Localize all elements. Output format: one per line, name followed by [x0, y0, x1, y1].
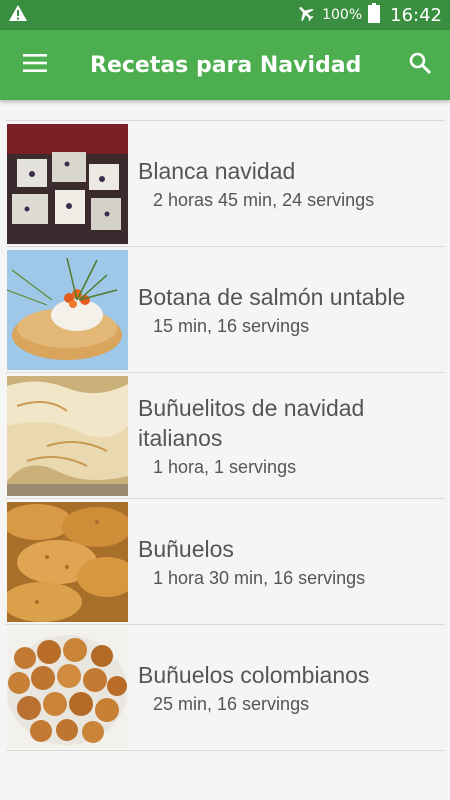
clock: 16:42: [390, 4, 442, 26]
list-item[interactable]: Buñuelitos de navidad italianos 1 hora, …: [6, 373, 445, 499]
recipe-meta: 2 horas 45 min, 24 servings: [153, 190, 375, 210]
status-bar: 100% 16:42: [0, 0, 450, 30]
recipe-thumbnail: [7, 249, 128, 370]
recipe-title: Blanca navidad: [138, 158, 296, 184]
recipe-title: Buñuelos: [138, 536, 234, 562]
recipe-meta: 1 hora, 1 servings: [153, 457, 297, 477]
app-bar: Recetas para Navidad: [0, 30, 450, 100]
recipe-thumbnail: [7, 627, 128, 748]
recipe-meta: 25 min, 16 servings: [153, 694, 310, 714]
page-title: Recetas para Navidad: [90, 52, 362, 78]
list-item[interactable]: Blanca navidad 2 horas 45 min, 24 servin…: [6, 121, 445, 247]
recipe-list: Blanca navidad 2 horas 45 min, 24 servin…: [6, 120, 445, 751]
menu-icon: [23, 54, 47, 76]
menu-button[interactable]: [0, 30, 70, 100]
recipe-thumbnail: [7, 123, 128, 244]
recipe-title: Buñuelitos de navidad italianos: [138, 395, 365, 451]
recipe-thumbnail: [7, 501, 128, 622]
recipe-meta: 15 min, 16 servings: [153, 316, 310, 336]
search-icon: [408, 51, 432, 79]
list-item[interactable]: Buñuelos 1 hora 30 min, 16 servings: [6, 499, 445, 625]
search-button[interactable]: [390, 30, 450, 100]
airplane-mode-icon: [296, 3, 316, 27]
recipe-meta: 1 hora 30 min, 16 servings: [153, 568, 366, 588]
list-item[interactable]: Botana de salmón untable 15 min, 16 serv…: [6, 247, 445, 373]
battery-percentage: 100%: [322, 7, 363, 23]
recipe-title: Buñuelos colombianos: [138, 662, 370, 688]
recipe-title: Botana de salmón untable: [138, 284, 406, 310]
battery-icon: [368, 3, 381, 27]
list-item[interactable]: Buñuelos colombianos 25 min, 16 servings: [6, 625, 445, 751]
warning-icon: [8, 4, 28, 26]
recipe-thumbnail: [7, 375, 128, 496]
